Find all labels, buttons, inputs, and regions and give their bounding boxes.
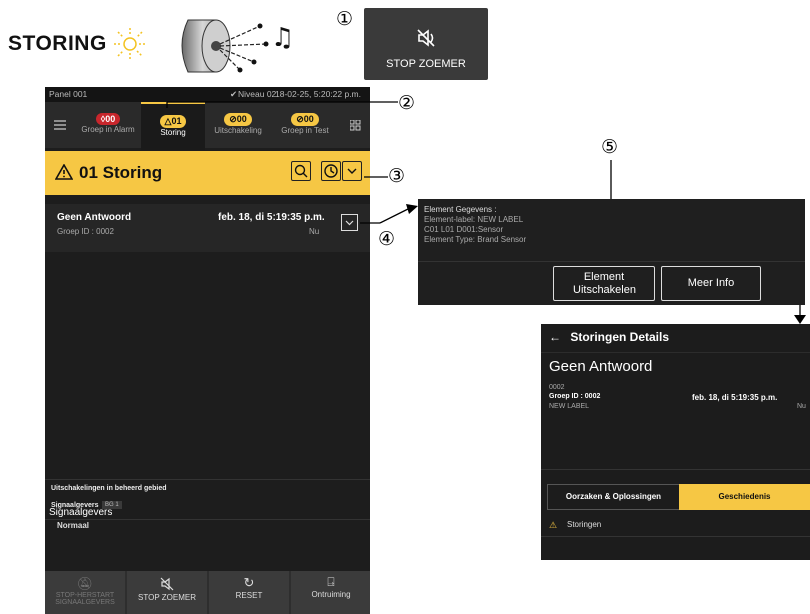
- element-details-popup: Element Gegevens : Element-label: NEW LA…: [418, 199, 805, 305]
- divider: [418, 261, 805, 262]
- details-title: Geen Antwoord: [549, 358, 653, 375]
- element-uitschakelen-button[interactable]: Element Uitschakelen: [553, 266, 655, 301]
- warning-icon: ⚠: [549, 520, 558, 530]
- divider: [541, 469, 810, 470]
- history-item[interactable]: Storingen: [567, 520, 601, 529]
- callout-2: ②: [398, 92, 416, 114]
- tab-oorzaken[interactable]: Oorzaken & Oplossingen: [547, 484, 680, 510]
- details-label: NEW LABEL: [549, 403, 590, 410]
- element-line: Element Gegevens :: [424, 205, 497, 214]
- back-arrow-icon[interactable]: ←: [549, 330, 561, 344]
- callout-5: ⑤: [601, 136, 619, 158]
- element-line: Element Type: Brand Sensor: [424, 235, 527, 244]
- storingen-details-popup: ← Storingen Details Geen Antwoord 0002 G…: [541, 324, 810, 560]
- meer-info-button[interactable]: Meer Info: [661, 266, 761, 301]
- element-uitschakelen-label: Element Uitschakelen: [573, 271, 636, 296]
- details-header-title: Storingen Details: [570, 330, 670, 344]
- details-date: feb. 18, di 5:19:35 p.m.: [692, 393, 778, 402]
- callout-3: ③: [388, 165, 406, 187]
- details-id: 0002: [549, 384, 565, 391]
- element-line: C01 L01 D001:Sensor: [424, 225, 504, 234]
- details-header: ← Storingen Details: [549, 330, 669, 344]
- element-line: Element-label: NEW LABEL: [424, 215, 524, 224]
- element-details-text: Element Gegevens : Element-label: NEW LA…: [424, 205, 526, 245]
- details-status: Nu: [797, 403, 806, 410]
- divider: [541, 352, 810, 353]
- tab-geschiedenis[interactable]: Geschiedenis: [679, 484, 810, 510]
- divider: [541, 536, 810, 537]
- callout-4: ④: [378, 228, 396, 250]
- details-group: Groep ID : 0002: [549, 393, 601, 400]
